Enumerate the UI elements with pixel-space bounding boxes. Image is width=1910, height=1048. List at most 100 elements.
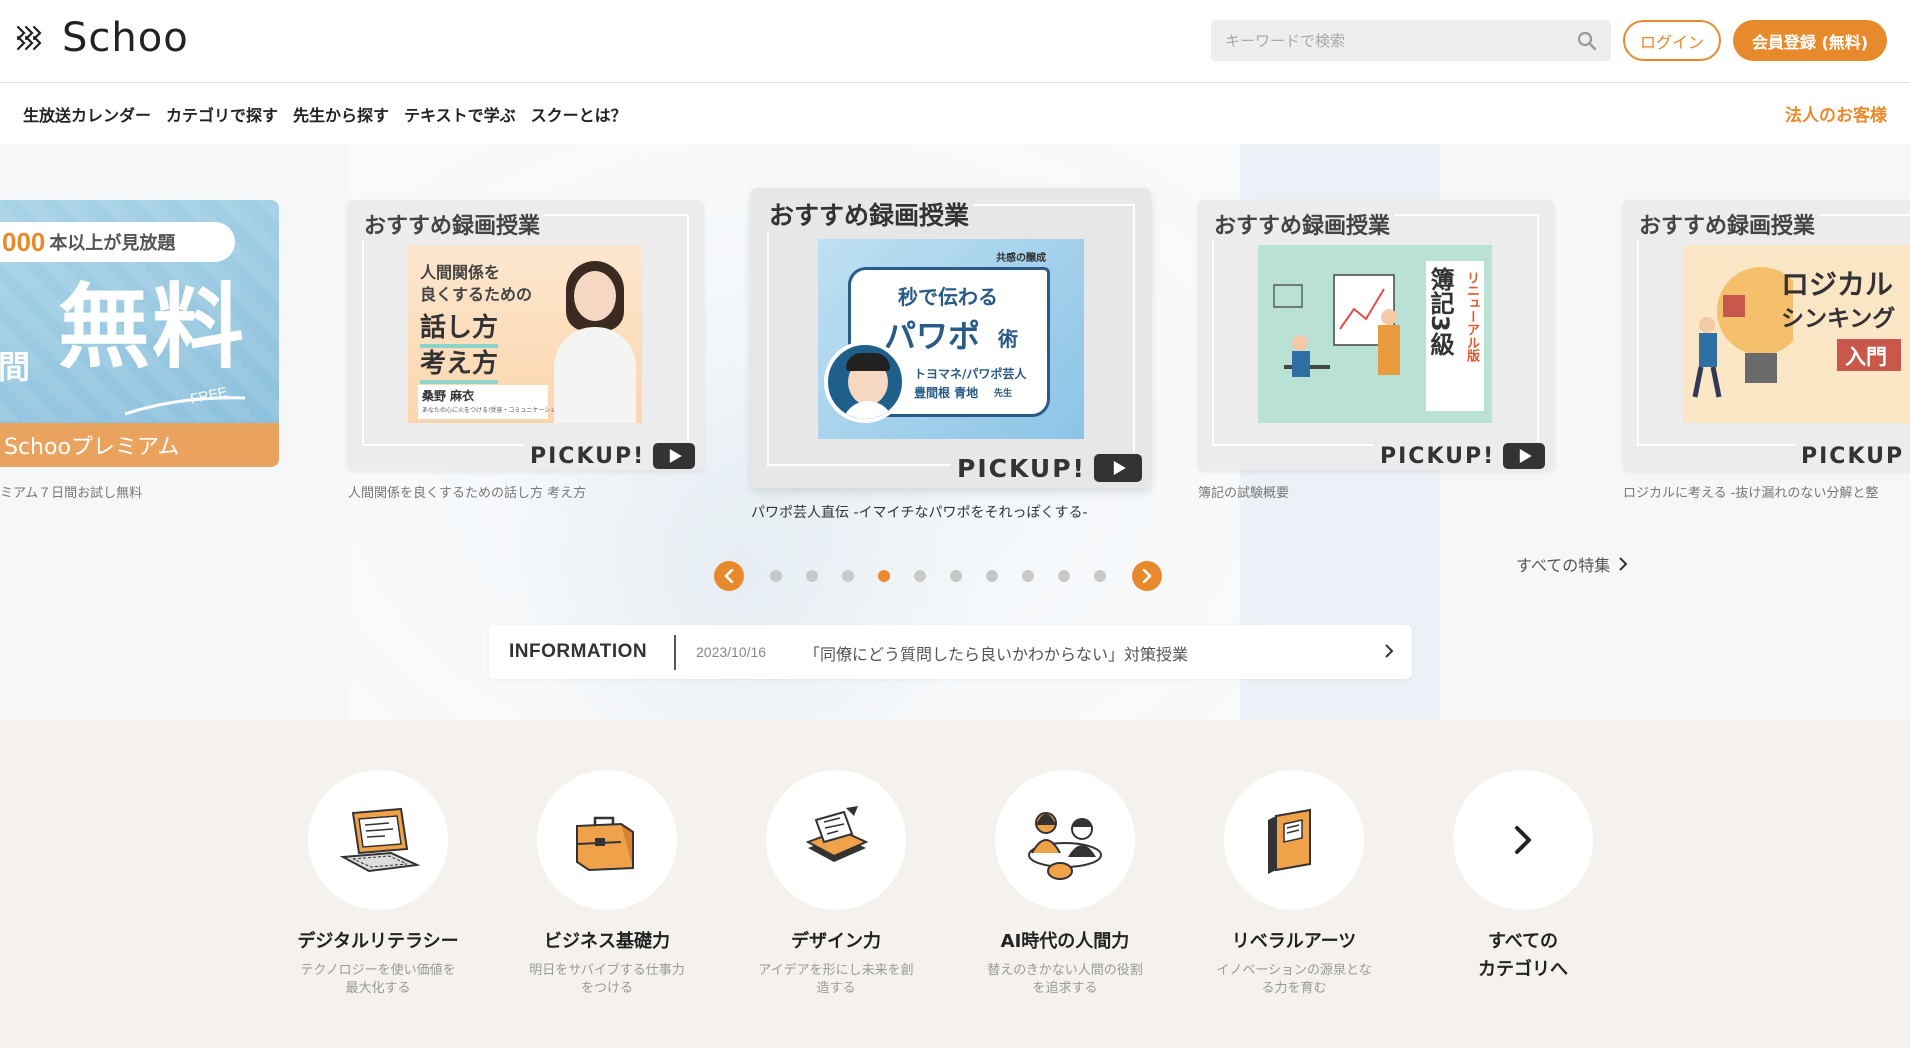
category-icon-circle — [1224, 770, 1364, 910]
slide-caption: パワポ芸人直伝 -イマイチなパワポをそれっぽくする- — [751, 505, 1088, 521]
slide-thumbnail: 人間関係を 良くするための 話し方 考え方 桑野 麻衣 あなたの心に火をつける!… — [408, 245, 642, 423]
slide-thumbnail: 簿記3級 リニューアル版 — [1258, 245, 1492, 423]
teacher-photo — [548, 257, 638, 423]
illustration — [1273, 274, 1400, 377]
book-icon — [1268, 808, 1311, 874]
puzzle-bulb-illustration — [1692, 267, 1793, 398]
chevron-right-icon[interactable] — [1380, 642, 1398, 660]
chevron-right-icon — [1619, 557, 1628, 571]
nav-item-live-calendar[interactable]: 生放送カレンダー — [23, 102, 151, 126]
play-icon — [1093, 454, 1142, 482]
search-box — [1211, 20, 1611, 61]
category-liberal-arts[interactable]: リベラルアーツ イノベーションの源泉とな る力を育む — [1189, 770, 1399, 998]
category-icon-circle — [995, 770, 1135, 910]
nav-item-texts[interactable]: テキストで学ぶ — [404, 102, 516, 126]
category-human-skills[interactable]: AI時代の人間力 替えのきかない人間の役割 を追求する — [960, 770, 1170, 998]
category-icon-circle — [1453, 770, 1593, 910]
play-icon — [1503, 443, 1546, 469]
slide-label: おすすめ録画授業 — [1635, 208, 1820, 240]
pickup-badge: PICKUP! — [1374, 442, 1552, 470]
slide-caption: ロジカルに考える -抜け漏れのない分解と整 — [1623, 486, 1879, 501]
logo[interactable]: Schoo — [14, 18, 189, 58]
carousel-dot[interactable] — [950, 570, 962, 582]
nav-item-about[interactable]: スクーとは？ — [531, 102, 627, 126]
category-desc: 替えのきかない人間の役割 を追求する — [987, 963, 1143, 996]
search-input[interactable] — [1211, 20, 1551, 61]
slide-thumbnail: ロジカル シンキング 入門 — [1683, 245, 1910, 423]
banner-left-text: 間 — [0, 348, 31, 386]
category-digital-literacy[interactable]: デジタルリテラシー テクノロジーを使い価値を 最大化する — [273, 770, 483, 998]
site-header: Schoo ログイン 会員登録 (無料) — [0, 0, 1910, 83]
information-bar[interactable]: INFORMATION 2023/10/16 「同僚にどう質問したら良いかわから… — [489, 625, 1412, 679]
category-title: AI時代の人間力 — [1000, 931, 1130, 952]
slide-caption: ミアム７日間お試し無料 — [0, 486, 143, 501]
pickup-badge: PICKUP — [1795, 442, 1910, 470]
category-title: デジタルリテラシー — [297, 931, 459, 952]
nav-item-categories[interactable]: カテゴリで探す — [166, 102, 278, 126]
register-button[interactable]: 会員登録 (無料) — [1733, 20, 1887, 61]
chevron-left-icon — [724, 569, 734, 583]
carousel-dot[interactable] — [1094, 570, 1106, 582]
banner-count: 000 — [2, 226, 46, 257]
carousel-dot[interactable] — [914, 570, 926, 582]
people-icon — [1028, 812, 1102, 880]
category-all[interactable]: すべての カテゴリへ — [1418, 770, 1628, 984]
category-title: デザイン力 — [791, 931, 881, 952]
category-business-basics[interactable]: ビジネス基礎力 明日をサバイブする仕事力 をつける — [502, 770, 712, 998]
category-icon-circle — [308, 770, 448, 910]
slide-label: おすすめ録画授業 — [1210, 208, 1395, 240]
carousel-dot[interactable] — [770, 570, 782, 582]
category-desc: アイデアを形にし未来を創 造する — [758, 963, 914, 996]
pickup-badge: PICKUP! — [951, 452, 1148, 484]
all-features-label: すべての特集 — [1516, 556, 1611, 575]
play-icon — [653, 443, 696, 469]
search-icon[interactable] — [1577, 31, 1597, 51]
chevron-right-icon — [1142, 569, 1152, 583]
slide-label: おすすめ録画授業 — [765, 196, 974, 232]
category-icon-circle — [537, 770, 677, 910]
logo-icon — [16, 25, 42, 51]
category-title: すべての カテゴリへ — [1478, 931, 1568, 980]
category-title: リベラルアーツ — [1231, 931, 1357, 952]
carousel-next-button[interactable] — [1132, 561, 1162, 591]
banner-bottom-text: Schooプレミアム — [4, 435, 180, 460]
laptop-icon — [339, 807, 421, 873]
pickup-badge: PICKUP! — [524, 442, 702, 470]
design-icon — [805, 806, 869, 862]
carousel-dot[interactable] — [842, 570, 854, 582]
category-section: デジタルリテラシー テクノロジーを使い価値を 最大化する ビジネス基礎力 明日をサ… — [0, 720, 1910, 1048]
carousel-prev-button[interactable] — [714, 561, 744, 591]
carousel-dot[interactable] — [806, 570, 818, 582]
all-features-link[interactable]: すべての特集 — [1516, 552, 1628, 576]
carousel-dot[interactable] — [878, 570, 890, 582]
information-date: 2023/10/16 — [696, 644, 767, 660]
category-desc: イノベーションの源泉とな る力を育む — [1216, 963, 1372, 996]
slide-thumbnail: 共感の醸成 秒で伝わる パワポ 術 トヨマネ/パワポ芸人 豊間根 青地 先生 — [818, 239, 1084, 439]
slide-label: おすすめ録画授業 — [360, 208, 545, 240]
hero-carousel: 000 本以上が見放題 間 無料 FREE Schooプレミアム ミアム７日間お… — [0, 144, 1910, 720]
carousel-dot[interactable] — [1022, 570, 1034, 582]
slide-caption: 簿記の試験概要 — [1198, 486, 1290, 501]
carousel-dot[interactable] — [1058, 570, 1070, 582]
information-title[interactable]: 「同僚にどう質問したら良いかわからない」対策授業 — [804, 641, 1188, 665]
premium-banner: 000 本以上が見放題 間 無料 FREE Schooプレミアム — [0, 200, 279, 467]
banner-main-text: 無料 — [58, 274, 247, 381]
chevron-right-icon — [1515, 826, 1531, 854]
teacher-avatar — [824, 341, 906, 423]
category-title: ビジネス基礎力 — [544, 931, 670, 952]
slide-caption: 人間関係を良くするための話し方 考え方 — [348, 486, 587, 501]
banner-count-suffix: 本以上が見放題 — [49, 233, 176, 254]
divider — [674, 635, 676, 670]
nav-item-teachers[interactable]: 先生から探す — [293, 102, 389, 126]
carousel-pagination — [714, 561, 1162, 591]
carousel-dot[interactable] — [986, 570, 998, 582]
login-button[interactable]: ログイン — [1623, 20, 1721, 61]
category-desc: テクノロジーを使い価値を 最大化する — [300, 963, 456, 996]
information-label: INFORMATION — [509, 641, 648, 662]
category-design[interactable]: デザイン力 アイデアを形にし未来を創 造する — [731, 770, 941, 998]
corporate-link[interactable]: 法人のお客様 — [1785, 101, 1887, 126]
briefcase-icon — [576, 816, 634, 872]
category-desc: 明日をサバイブする仕事力 をつける — [529, 963, 685, 996]
category-icon-circle — [766, 770, 906, 910]
logo-text: Schoo — [62, 15, 189, 61]
